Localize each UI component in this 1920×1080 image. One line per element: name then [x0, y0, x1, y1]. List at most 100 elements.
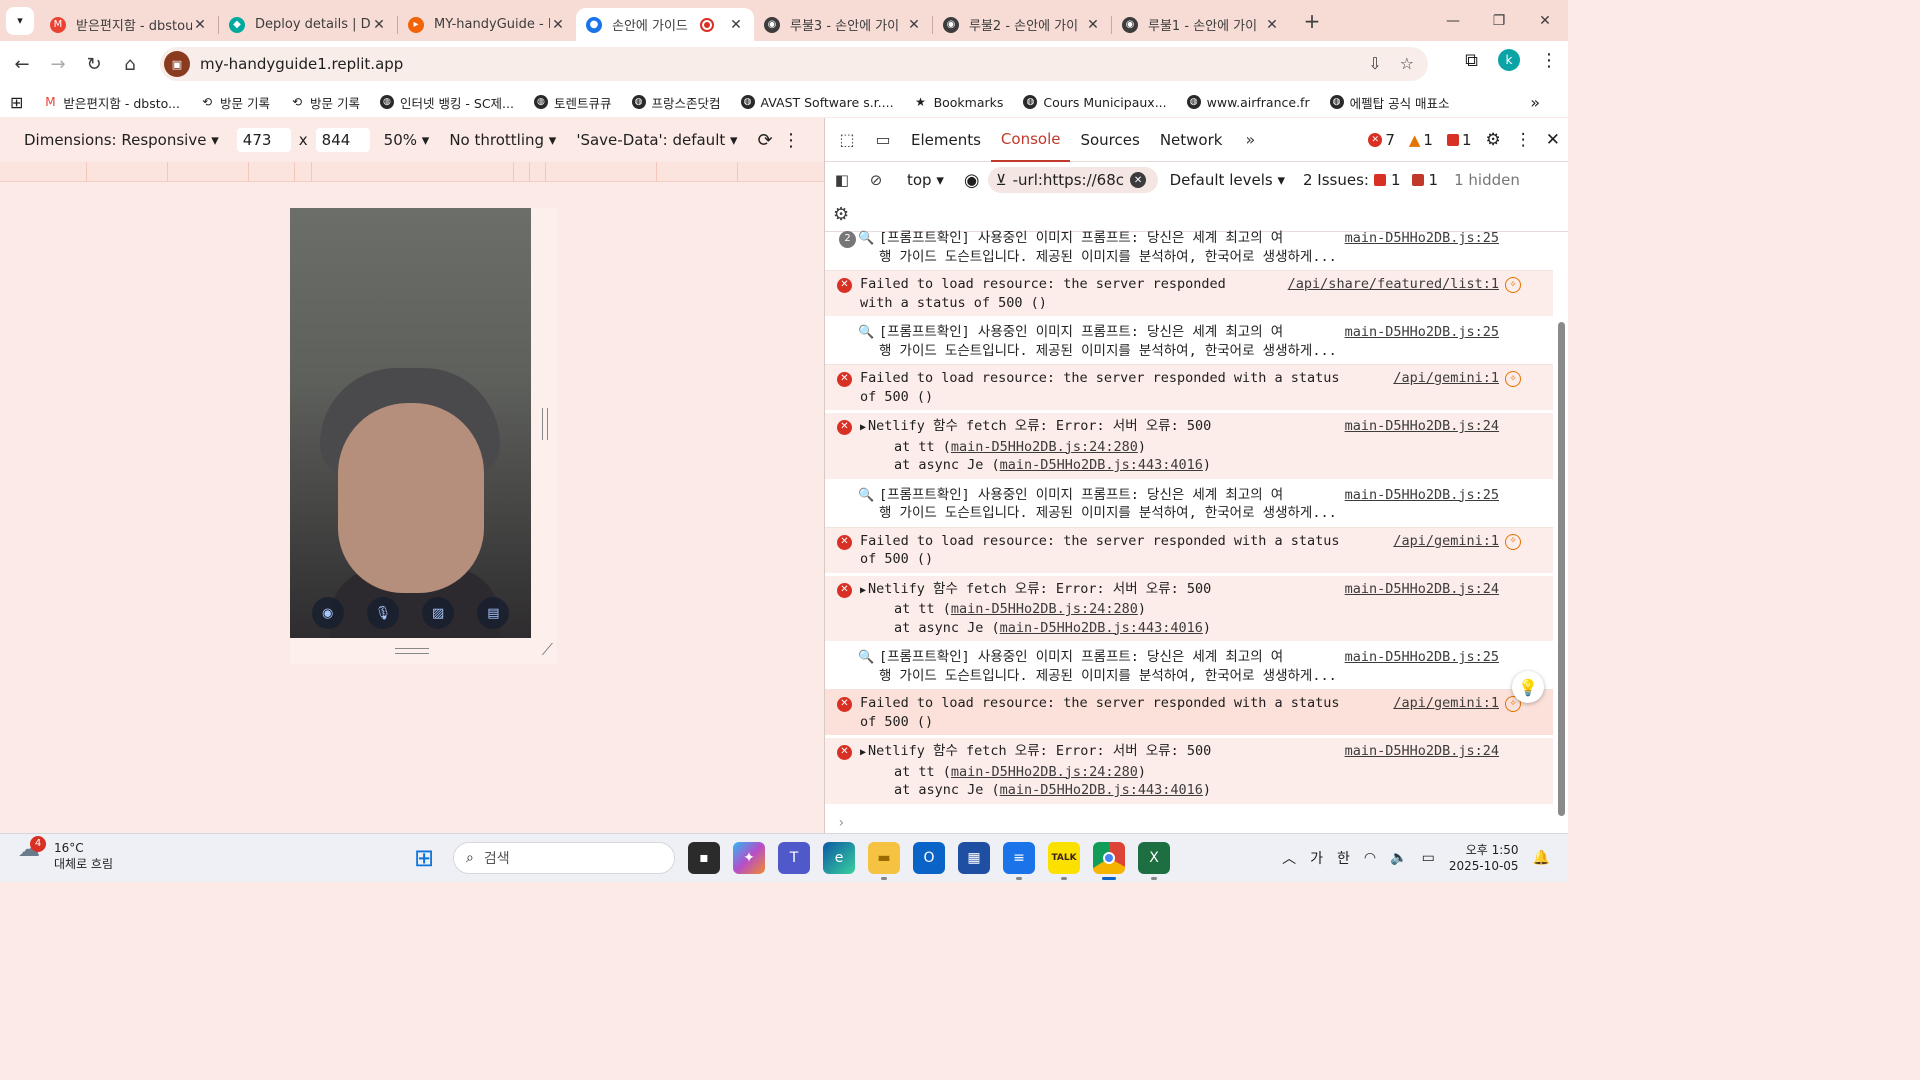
inspect-element-icon[interactable]: ⬚	[829, 130, 865, 149]
close-devtools-icon[interactable]: ✕	[1546, 130, 1560, 150]
source-link[interactable]: main-D5HHo2DB.js:25	[1345, 486, 1499, 505]
start-button[interactable]: ⊞	[408, 842, 440, 874]
clock[interactable]: 오후 1:50 2025-10-05	[1449, 842, 1519, 874]
sidebar-toggle-icon[interactable]: ◧	[825, 171, 859, 189]
battery-icon[interactable]: ▭	[1422, 850, 1435, 866]
browser-tab[interactable]: ◆ Deploy details | Dep✕	[219, 8, 397, 41]
context-select[interactable]: top ▾	[907, 171, 944, 189]
device-toggle-icon[interactable]: ▭	[865, 130, 901, 149]
browser-tab[interactable]: ▸ MY-handyGuide - Re✕	[398, 8, 576, 41]
teams-icon[interactable]: T	[778, 842, 810, 874]
source-link[interactable]: main-D5HHo2DB.js:25	[1345, 229, 1499, 248]
media-query-ruler[interactable]	[0, 162, 824, 182]
source-link[interactable]: /api/gemini:1	[1393, 694, 1499, 713]
minimize-button[interactable]: —	[1430, 0, 1476, 41]
new-tab-button[interactable]: +	[1298, 7, 1326, 35]
console-error-message[interactable]: ✕ ▶ Netlify 함수 fetch 오류: Error: 서버 오류: 500…	[825, 575, 1553, 644]
address-bar[interactable]: ▣ my-handyguide1.replit.app ⇩ ☆	[160, 47, 1428, 81]
source-link[interactable]: /api/gemini:1	[1393, 369, 1499, 388]
close-tab-icon[interactable]: ✕	[192, 17, 208, 33]
clear-filter-icon[interactable]: ✕	[1130, 172, 1147, 188]
bookmark-star-icon[interactable]: ☆	[1400, 54, 1414, 73]
bookmark-item[interactable]: ⟲ 방문 기록	[190, 93, 280, 112]
save-data-select[interactable]: 'Save-Data': default ▾	[576, 131, 737, 149]
ai-assistance-button[interactable]: 💡	[1512, 671, 1544, 703]
tab-console[interactable]: Console	[990, 118, 1071, 162]
file-explorer-icon[interactable]: ▬	[868, 842, 900, 880]
resize-handle-bottom[interactable]	[290, 638, 557, 664]
chrome-icon[interactable]	[1093, 842, 1125, 880]
back-button[interactable]: ←	[4, 46, 40, 82]
device-width-input[interactable]: 473	[236, 128, 291, 152]
browser-tab[interactable]: ◉ 루불3 - 손안에 가이 ✕	[754, 8, 932, 41]
throttling-select[interactable]: No throttling ▾	[449, 131, 556, 149]
stack-link[interactable]: main-D5HHo2DB.js:24:280	[951, 601, 1138, 617]
source-link[interactable]: /api/share/featured/list:1	[1288, 275, 1499, 294]
console-error-message[interactable]: ✕ ▶ Netlify 함수 fetch 오류: Error: 서버 오류: 500…	[825, 413, 1553, 482]
task-view-icon[interactable]: ▪	[688, 842, 720, 874]
install-app-icon[interactable]: ⇩	[1368, 54, 1381, 73]
ai-explain-icon[interactable]: ✧	[1505, 371, 1521, 387]
console-filter-input[interactable]: ⊻ -url:https://68c ✕	[987, 167, 1158, 193]
tab-sources[interactable]: Sources	[1070, 118, 1149, 162]
stack-link[interactable]: main-D5HHo2DB.js:443:4016	[1000, 782, 1203, 798]
notification-bell-icon[interactable]: 🔔	[1533, 850, 1550, 866]
source-link[interactable]: main-D5HHo2DB.js:24	[1345, 580, 1499, 599]
stack-link[interactable]: main-D5HHo2DB.js:443:4016	[1000, 457, 1203, 473]
bookmark-item[interactable]: ⟲ 방문 기록	[280, 93, 370, 112]
expand-triangle-icon[interactable]: ▶	[860, 422, 866, 433]
profile-avatar[interactable]: k	[1498, 49, 1520, 71]
console-error-message[interactable]: ✕ Failed to load resource: the server res…	[825, 527, 1553, 576]
source-link[interactable]: main-D5HHo2DB.js:24	[1345, 417, 1499, 436]
bookmark-item[interactable]: ◍ www.airfrance.fr	[1177, 95, 1320, 110]
stack-link[interactable]: main-D5HHo2DB.js:24:280	[951, 439, 1138, 455]
more-bookmarks-icon[interactable]: »	[1520, 93, 1550, 112]
close-tab-icon[interactable]: ✕	[906, 17, 922, 33]
url-text[interactable]: my-handyguide1.replit.app	[200, 55, 403, 73]
ime-mode-a[interactable]: 가	[1310, 848, 1323, 868]
bookmark-item[interactable]: ◍ 토렌트큐큐	[524, 93, 622, 112]
live-expression-eye-icon[interactable]: ◉	[964, 170, 980, 191]
devtools-menu-icon[interactable]: ⋮	[1515, 130, 1532, 150]
error-counter[interactable]: ✕ 7	[1368, 131, 1395, 149]
ai-explain-icon[interactable]: ✧	[1505, 277, 1521, 293]
console-log-message[interactable]: 🔍 [프롬프트확인] 사용중인 이미지 프롬프트: 당신은 세계 최고의 여 행 …	[825, 482, 1553, 528]
weather-widget[interactable]: ☁ 4 16°C 대체로 흐림	[18, 836, 113, 872]
log-levels-select[interactable]: Default levels ▾	[1170, 171, 1285, 189]
zoom-select[interactable]: 50% ▾	[384, 131, 430, 149]
archive-icon[interactable]: ▤	[477, 597, 510, 629]
close-tab-icon[interactable]: ✕	[728, 17, 744, 33]
browser-tab[interactable]: ● 손안에 가이드 ✕	[576, 8, 754, 41]
wifi-icon[interactable]: ◠	[1364, 850, 1376, 866]
bookmark-item[interactable]: M 받은편지함 - dbsto...	[33, 93, 190, 112]
device-menu-icon[interactable]: ⋮	[782, 130, 800, 151]
copilot-icon[interactable]: ✦	[733, 842, 765, 874]
more-tabs-icon[interactable]: »	[1232, 130, 1268, 149]
clear-console-icon[interactable]: ⊘	[859, 171, 893, 189]
browser-tab[interactable]: ◉ 루불2 - 손안에 가이 ✕	[933, 8, 1111, 41]
bookmark-item[interactable]: ★ Bookmarks	[904, 95, 1014, 110]
bookmark-item[interactable]: ◍ 프랑스존닷컴	[622, 93, 731, 112]
home-button[interactable]: ⌂	[112, 46, 148, 82]
volume-icon[interactable]: 🔈	[1390, 850, 1407, 866]
taskbar-search[interactable]: ⌕ 검색	[453, 842, 675, 874]
bookmark-item[interactable]: ◍ Cours Municipaux...	[1013, 95, 1176, 110]
issues-link[interactable]: 2 Issues: 1 1	[1303, 171, 1438, 189]
edge-icon[interactable]: e	[823, 842, 855, 874]
console-settings-icon[interactable]: ⚙	[833, 204, 849, 225]
console-log-message[interactable]: 🔍 [프롬프트확인] 사용중인 이미지 프롬프트: 당신은 세계 최고의 여 행 …	[825, 319, 1553, 365]
device-height-input[interactable]: 844	[315, 128, 370, 152]
bookmark-item[interactable]: ◍ AVAST Software s.r....	[731, 95, 904, 110]
resize-handle-right[interactable]	[531, 208, 557, 638]
issue-counter[interactable]: 1	[1446, 131, 1472, 149]
microphone-icon[interactable]: 🎙	[366, 597, 399, 629]
source-link[interactable]: main-D5HHo2DB.js:24	[1345, 742, 1499, 761]
close-tab-icon[interactable]: ✕	[1085, 17, 1101, 33]
stack-link[interactable]: main-D5HHo2DB.js:443:4016	[1000, 620, 1203, 636]
ai-explain-icon[interactable]: ✧	[1505, 533, 1521, 550]
console-error-message[interactable]: ✕ Failed to load resource: the server res…	[825, 271, 1553, 319]
extensions-icon[interactable]: ⧉	[1465, 50, 1478, 71]
close-tab-icon[interactable]: ✕	[1264, 17, 1280, 33]
settings-gear-icon[interactable]: ⚙	[1486, 130, 1501, 150]
warning-counter[interactable]: ▲ 1	[1409, 131, 1433, 149]
